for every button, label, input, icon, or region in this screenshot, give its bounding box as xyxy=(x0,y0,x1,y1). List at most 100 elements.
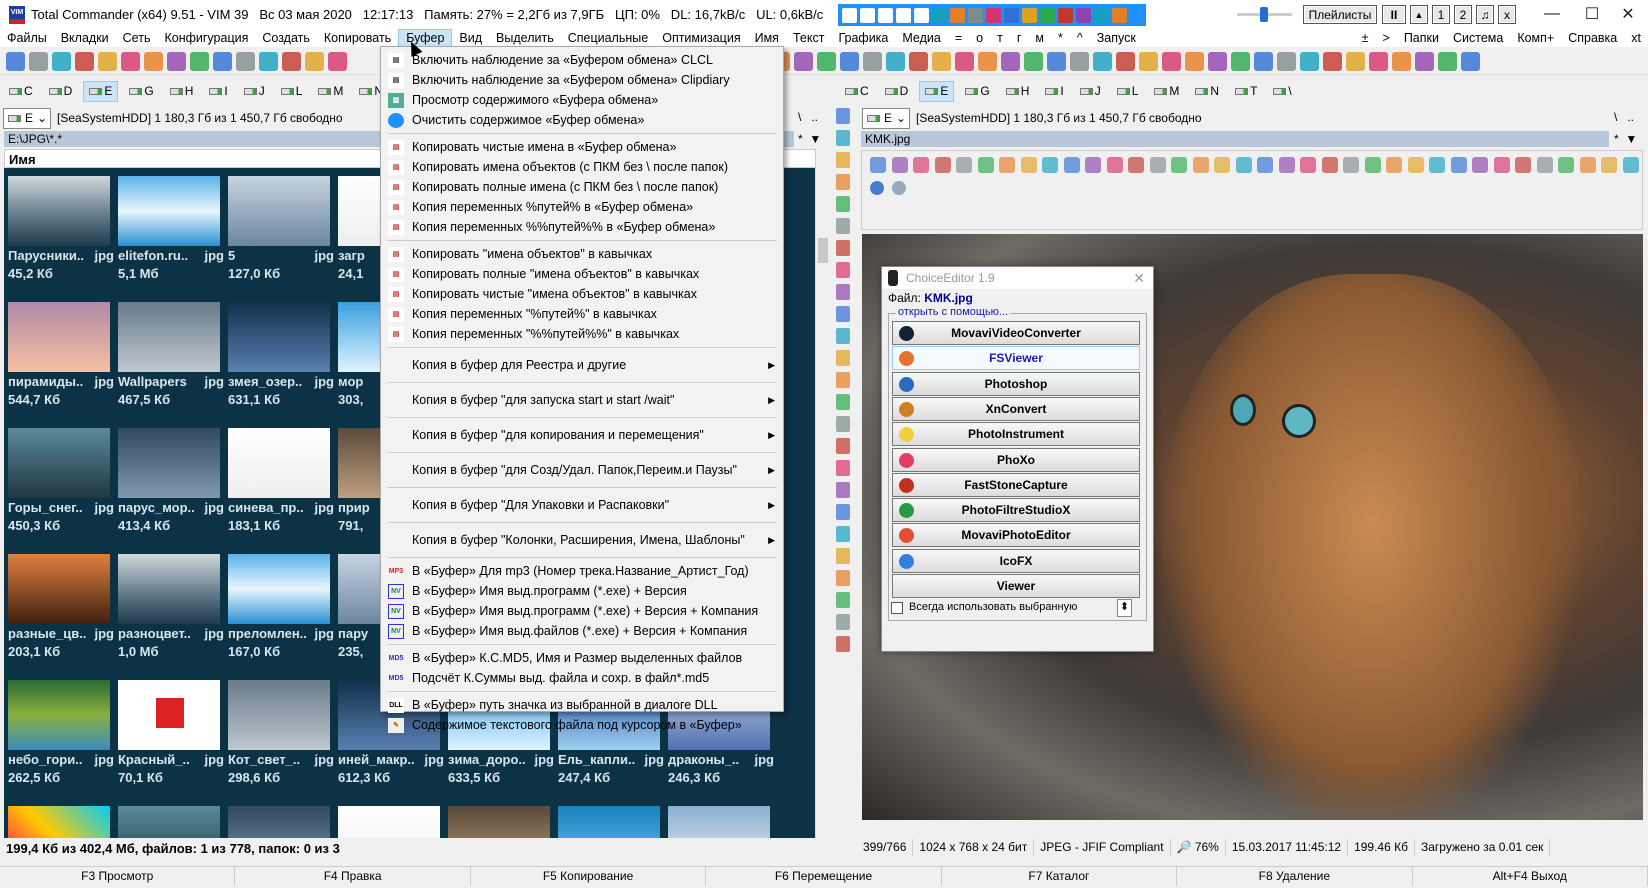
viewer-tool-icon[interactable] xyxy=(1235,157,1252,173)
app-button-movavivideoconverter[interactable]: MovaviVideoConverter xyxy=(892,321,1140,345)
drive-button-I[interactable]: I xyxy=(1040,81,1068,102)
quick-launch-icon[interactable] xyxy=(860,7,875,23)
thumbnail-item[interactable]: Кот_свет_.. jpg 298,6 Кб xyxy=(225,672,335,798)
drive-button-G[interactable]: G xyxy=(960,81,994,102)
menu-5[interactable]: Копировать xyxy=(317,29,398,47)
toolbar-icon[interactable] xyxy=(1415,51,1434,71)
menu-item[interactable]: ✎ Содержимое текстового файла под курсоро… xyxy=(381,715,783,735)
menu-item[interactable]: ▤ Копировать полные "имена объектов" в ка… xyxy=(381,264,783,284)
viewer-tool-icon[interactable] xyxy=(913,157,929,173)
toolbar-icon[interactable] xyxy=(1461,51,1480,71)
menu-18[interactable]: г xyxy=(1010,29,1029,47)
toolbar-icon[interactable] xyxy=(121,51,140,71)
vbar-icon[interactable] xyxy=(836,306,850,322)
toolbar-icon[interactable] xyxy=(1438,51,1457,71)
menu-4[interactable]: Создать xyxy=(255,29,317,47)
left-scrollbar[interactable] xyxy=(815,168,830,838)
toolbar-icon[interactable] xyxy=(1001,51,1020,71)
toolbar-icon[interactable] xyxy=(1139,51,1158,71)
menu-item[interactable]: Очистить содержимое «Буфер обмена» xyxy=(381,110,783,130)
thumbnail-item[interactable] xyxy=(115,798,225,838)
vbar-icon[interactable] xyxy=(836,592,850,608)
drive-button-J[interactable]: J xyxy=(1075,81,1106,102)
menu-item[interactable]: MP3 В «Буфер» Для mp3 (Номер трека.Назван… xyxy=(381,561,783,581)
menu-17[interactable]: т xyxy=(990,29,1010,47)
quick-launch-icon[interactable] xyxy=(968,7,983,23)
menu-item[interactable]: ▤ Копировать чистые "имена объектов" в ка… xyxy=(381,284,783,304)
drive-button-\[interactable]: \ xyxy=(1268,81,1296,102)
menu-item[interactable]: ▤ Включить наблюдение за «Буфером обмена»… xyxy=(381,50,783,70)
menu-14[interactable]: Медиа xyxy=(895,29,947,47)
vbar-icon[interactable] xyxy=(836,328,850,344)
menu-item[interactable]: ▤ Копировать чистые имена в «Буфер обмена… xyxy=(381,137,783,157)
viewer-tool-icon[interactable] xyxy=(1214,157,1230,173)
toolbar-icon[interactable] xyxy=(1208,51,1227,71)
toolbar-icon[interactable] xyxy=(1231,51,1250,71)
toolbar-icon[interactable] xyxy=(190,51,209,71)
menu-13[interactable]: Графика xyxy=(831,29,895,47)
menu-12[interactable]: Текст xyxy=(786,29,831,47)
thumbnail-item[interactable]: разные_цв.. jpg 203,1 Кб xyxy=(5,546,115,672)
toolbar-icon[interactable] xyxy=(282,51,301,71)
drive-button-G[interactable]: G xyxy=(124,81,158,102)
viewer-tool-icon[interactable] xyxy=(1020,157,1037,173)
toolbar-icon[interactable] xyxy=(1300,51,1319,71)
left-nav-buttons[interactable]: \ .. xyxy=(798,110,818,124)
vbar-icon[interactable] xyxy=(836,262,850,278)
viewer-tool-icon[interactable] xyxy=(1278,157,1295,173)
vbar-icon[interactable] xyxy=(836,218,850,234)
thumbnail-item[interactable]: преломлен.. jpg 167,0 Кб xyxy=(225,546,335,672)
toolbar-icon[interactable] xyxy=(52,51,71,71)
thumbnail-item[interactable]: 5 jpg 127,0 Кб xyxy=(225,168,335,294)
viewer-tool-icon[interactable] xyxy=(1042,157,1058,173)
quick-launch-icon[interactable] xyxy=(1022,7,1037,23)
quick-launch-icon[interactable] xyxy=(878,7,893,23)
vbar-icon[interactable] xyxy=(836,570,850,586)
viewer-tool-icon[interactable] xyxy=(1536,157,1553,173)
toolbar-icon[interactable] xyxy=(1024,51,1043,71)
toolbar-icon[interactable] xyxy=(794,51,813,71)
menu-item[interactable]: ▤ Копировать полные имена (с ПКМ без \ по… xyxy=(381,177,783,197)
thumbnail-item[interactable]: Wallpapers jpg 467,5 Кб xyxy=(115,294,225,420)
menu-item[interactable]: Копия в буфер для Реестра и другие ▶ xyxy=(381,351,783,379)
thumbnail-item[interactable]: пирамиды.. jpg 544,7 Кб xyxy=(5,294,115,420)
vbar-icon[interactable] xyxy=(836,152,850,168)
menu-11[interactable]: Имя xyxy=(748,29,786,47)
vbar-icon[interactable] xyxy=(836,636,850,652)
thumbnail-item[interactable] xyxy=(335,798,445,838)
vbar-icon[interactable] xyxy=(836,504,850,520)
viewer-tool-icon[interactable] xyxy=(1364,157,1381,173)
left-sort-buttons[interactable]: * ▼ xyxy=(798,132,821,146)
toolbar-icon[interactable] xyxy=(863,51,882,71)
vbar-icon[interactable] xyxy=(836,614,850,630)
toolbar-icon[interactable] xyxy=(1093,51,1112,71)
menu-item[interactable]: MD5 В «Буфер» К.С.MD5, Имя и Размер выдел… xyxy=(381,648,783,668)
viewer-tool-icon[interactable] xyxy=(1622,157,1639,173)
menu-right-5[interactable]: Справка xyxy=(1561,29,1624,47)
vbar-icon[interactable] xyxy=(836,174,850,190)
thumbnail-item[interactable]: elitefon.ru.. jpg 5,1 Мб xyxy=(115,168,225,294)
vbar-icon[interactable] xyxy=(836,526,850,542)
vbar-icon[interactable] xyxy=(836,460,850,476)
menu-item[interactable]: Копия в буфер "для Созд/Удал. Папок,Пере… xyxy=(381,456,783,484)
menu-19[interactable]: м xyxy=(1028,29,1051,47)
thumbnail-item[interactable] xyxy=(665,798,775,838)
menu-item[interactable]: Копия в буфер "для копирования и перемещ… xyxy=(381,421,783,449)
toolbar-icon[interactable] xyxy=(1116,51,1135,71)
drive-button-D[interactable]: D xyxy=(880,81,914,102)
drive-button-E[interactable]: E xyxy=(919,80,955,102)
thumbnail-item[interactable]: змея_озер.. jpg 631,1 Кб xyxy=(225,294,335,420)
viewer-tool-icon[interactable] xyxy=(1063,157,1080,173)
app-button-icofx[interactable]: IcoFX xyxy=(892,548,1140,573)
viewer-tool-icon[interactable] xyxy=(1579,157,1596,173)
vbar-icon[interactable] xyxy=(836,350,850,366)
menu-1[interactable]: Вкладки xyxy=(54,29,116,47)
vbar-icon[interactable] xyxy=(836,438,850,454)
app-button-movaviphotoeditor[interactable]: MovaviPhotoEditor xyxy=(892,523,1140,548)
drive-button-I[interactable]: I xyxy=(204,81,232,102)
toolbar-icon[interactable] xyxy=(1392,51,1411,71)
drive-button-E[interactable]: E xyxy=(83,80,119,102)
app-button-faststonecapture[interactable]: FastStoneCapture xyxy=(892,472,1140,497)
menu-item[interactable]: NV В «Буфер» Имя выд.программ (*.exe) + В… xyxy=(381,601,783,621)
menu-item[interactable]: ▤ Копия переменных %путей% в «Буфер обмен… xyxy=(381,197,783,217)
